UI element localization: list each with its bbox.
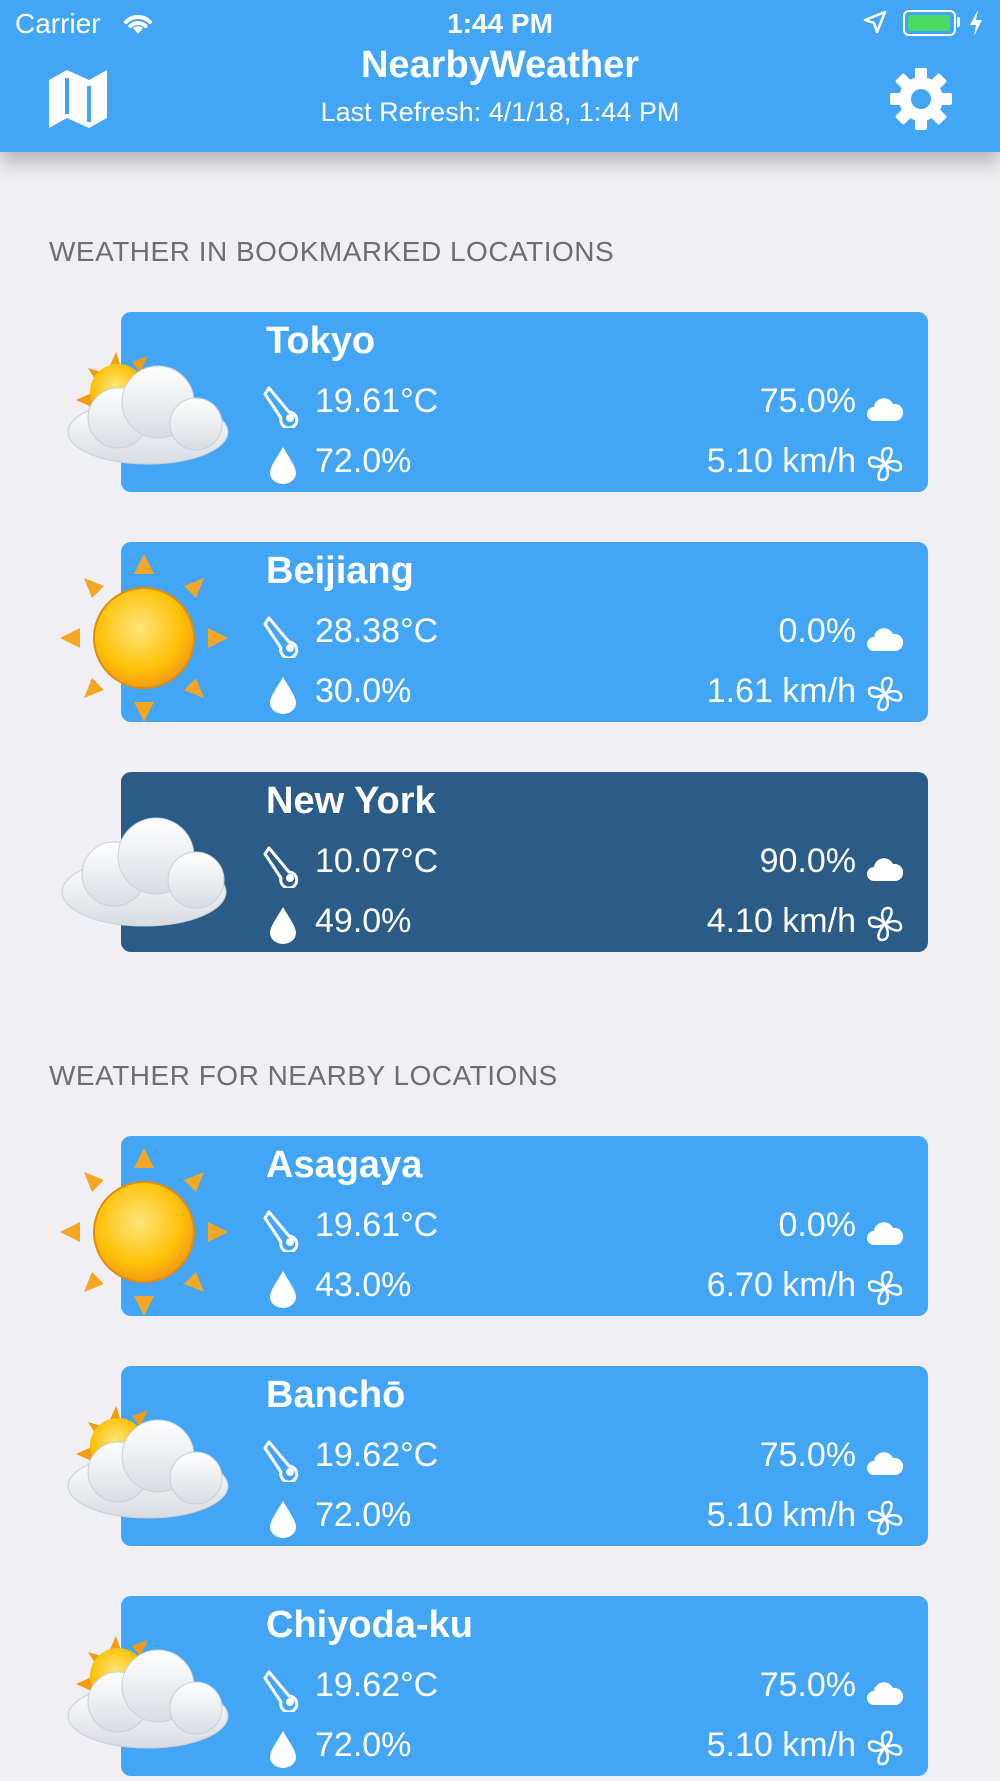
temperature-value: 19.62°C	[315, 1436, 439, 1474]
wind-fan-icon	[867, 1270, 903, 1306]
gear-icon[interactable]	[888, 66, 954, 132]
sun-behind-cloud-icon	[67, 1636, 229, 1749]
cloud-cover-value: 90.0%	[759, 842, 856, 880]
cloud-icon	[61, 817, 227, 927]
wind-fan-icon	[867, 1730, 903, 1766]
humidity-drop-icon	[270, 1501, 296, 1538]
thermometer-icon	[263, 1440, 299, 1482]
weather-row-chiyoda-ku[interactable]: Chiyoda-ku 19.62°C 75.0% 72.0% 5.10 km/h	[0, 1596, 1000, 1781]
wind-fan-icon	[867, 1500, 903, 1536]
cloud-cover-value: 75.0%	[759, 1436, 856, 1474]
temperature-value: 19.61°C	[315, 382, 439, 420]
weather-row-beijiang[interactable]: Beijiang 28.38°C 0.0% 30.0% 1.61 km/h	[0, 542, 1000, 727]
humidity-value: 43.0%	[315, 1266, 412, 1304]
wind-speed-value: 6.70 km/h	[706, 1266, 856, 1304]
city-name: Asagaya	[266, 1144, 423, 1186]
humidity-value: 72.0%	[315, 1496, 412, 1534]
battery-icon	[903, 10, 956, 36]
navigation-bar: Carrier 1:44 PM NearbyWeather Last Refre…	[0, 0, 1000, 152]
temperature-value: 19.61°C	[315, 1206, 439, 1244]
wind-fan-icon	[867, 446, 903, 482]
temperature-value: 10.07°C	[315, 842, 439, 880]
wind-speed-value: 5.10 km/h	[706, 1726, 856, 1764]
wind-speed-value: 4.10 km/h	[706, 902, 856, 940]
status-time: 1:44 PM	[447, 8, 553, 39]
weather-row-asagaya[interactable]: Asagaya 19.61°C 0.0% 43.0% 6.70 km/h	[0, 1136, 1000, 1321]
cloud-small-icon	[867, 858, 904, 881]
humidity-value: 49.0%	[315, 902, 412, 940]
cloud-small-icon	[867, 1682, 904, 1705]
thermometer-icon	[263, 386, 299, 428]
humidity-drop-icon	[270, 447, 296, 484]
cloud-small-icon	[867, 398, 904, 421]
city-name: Chiyoda-ku	[266, 1604, 473, 1646]
section-header-bookmarked: WEATHER IN BOOKMARKED LOCATIONS	[49, 236, 615, 267]
wind-speed-value: 1.61 km/h	[706, 672, 856, 710]
humidity-drop-icon	[270, 677, 296, 714]
thermometer-icon	[263, 616, 299, 658]
sun-behind-cloud-icon	[67, 352, 229, 465]
thermometer-icon	[263, 846, 299, 888]
sun-behind-cloud-icon	[67, 1406, 229, 1519]
weather-row-new-york[interactable]: New York 10.07°C 90.0% 49.0% 4.10 km/h	[0, 772, 1000, 957]
charging-bolt-icon	[970, 10, 982, 36]
humidity-drop-icon	[270, 1731, 296, 1768]
temperature-value: 19.62°C	[315, 1666, 439, 1704]
wind-fan-icon	[867, 906, 903, 942]
location-arrow-icon	[863, 10, 887, 34]
cloud-cover-value: 0.0%	[778, 612, 857, 650]
city-name: Beijiang	[266, 550, 414, 592]
city-name: Banchō	[266, 1374, 406, 1416]
battery-cap	[957, 17, 960, 27]
status-bar: Carrier 1:44 PM	[0, 0, 1000, 48]
cloud-small-icon	[867, 628, 904, 651]
thermometer-icon	[263, 1210, 299, 1252]
weather-row-bancho[interactable]: Banchō 19.62°C 75.0% 72.0% 5.10 km/h	[0, 1366, 1000, 1551]
wind-speed-value: 5.10 km/h	[706, 442, 856, 480]
cloud-small-icon	[867, 1452, 904, 1475]
sun-icon	[60, 1148, 228, 1316]
temperature-value: 28.38°C	[315, 612, 439, 650]
weather-row-tokyo[interactable]: Tokyo 19.61°C 75.0% 72.0% 5.10 km/h	[0, 312, 1000, 497]
wind-speed-value: 5.10 km/h	[706, 1496, 856, 1534]
wind-fan-icon	[867, 676, 903, 712]
humidity-value: 72.0%	[315, 442, 412, 480]
section-header-nearby: WEATHER FOR NEARBY LOCATIONS	[49, 1060, 558, 1091]
thermometer-icon	[263, 1670, 299, 1712]
city-name: Tokyo	[266, 320, 376, 362]
cloud-small-icon	[867, 1222, 904, 1245]
sun-icon	[60, 554, 228, 722]
city-name: New York	[266, 780, 436, 822]
cloud-cover-value: 75.0%	[759, 1666, 856, 1704]
app-title: NearbyWeather	[360, 44, 640, 86]
cloud-cover-value: 0.0%	[778, 1206, 857, 1244]
humidity-drop-icon	[270, 907, 296, 944]
map-icon[interactable]	[45, 66, 111, 132]
humidity-value: 72.0%	[315, 1726, 412, 1764]
cloud-cover-value: 75.0%	[759, 382, 856, 420]
humidity-drop-icon	[270, 1271, 296, 1308]
humidity-value: 30.0%	[315, 672, 412, 710]
last-refresh-label: Last Refresh: 4/1/18, 1:44 PM	[320, 97, 680, 127]
